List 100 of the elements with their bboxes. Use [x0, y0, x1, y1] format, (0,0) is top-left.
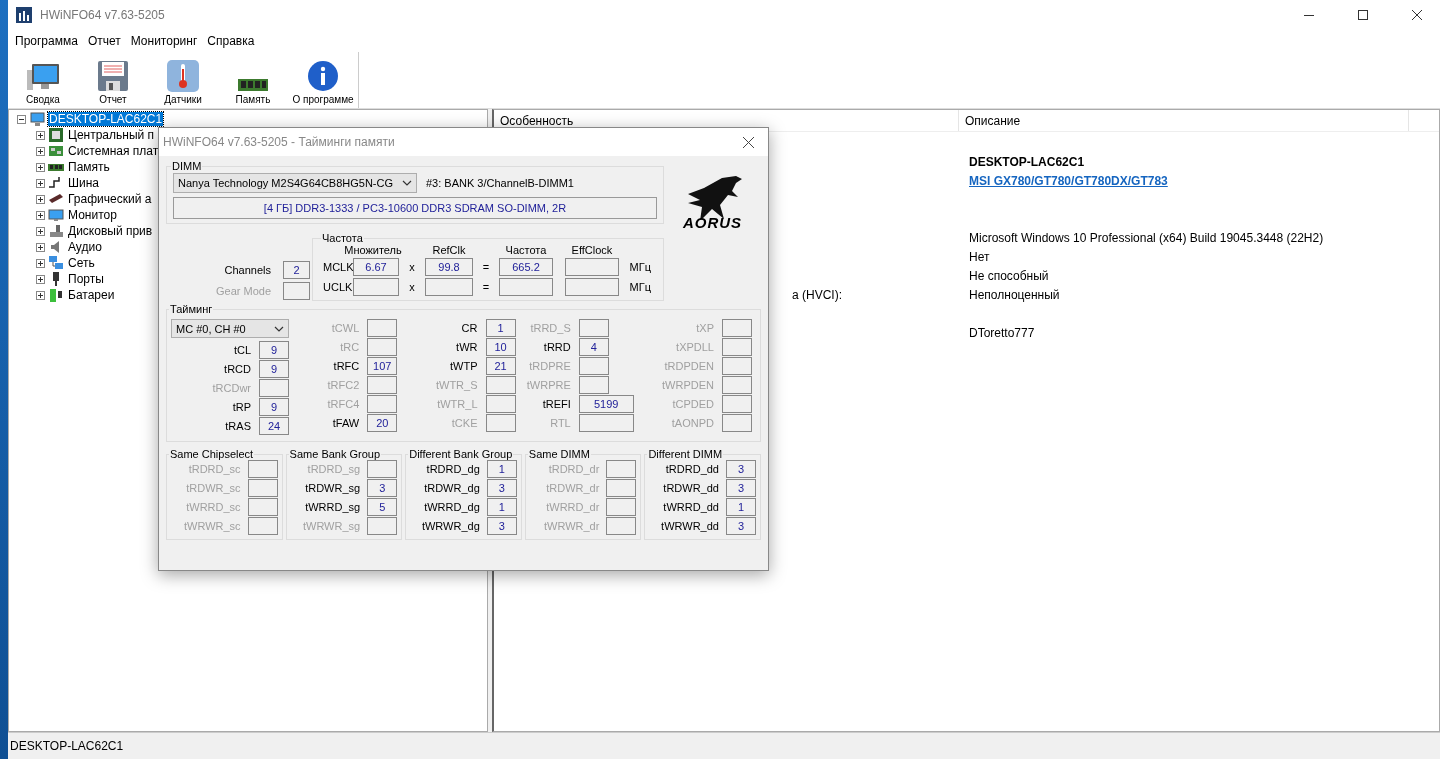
module-dropdown[interactable]: Nanya Technology M2S4G64CB8HG5N-CG — [173, 173, 417, 193]
feature-text: а (HVCI): — [792, 287, 842, 302]
tree-item[interactable]: DESKTOP-LAC62C1 — [48, 112, 164, 126]
tree-item[interactable]: Память — [67, 160, 111, 174]
expand-icon[interactable] — [36, 162, 45, 172]
timing-label: tRFC — [332, 360, 360, 372]
expand-icon[interactable] — [36, 146, 45, 156]
menu-item[interactable]: Мониторинг — [125, 32, 203, 50]
memory-module-icon — [238, 78, 268, 92]
timing-label: tWRPDEN — [661, 379, 714, 391]
menu-item[interactable]: Отчет — [82, 32, 126, 50]
value-field: 1 — [726, 498, 756, 516]
tree-item[interactable]: Аудио — [67, 240, 103, 254]
tree-item[interactable]: Батареи — [67, 288, 116, 302]
value-field: 3 — [486, 479, 517, 497]
tree-item[interactable]: Порты — [67, 272, 105, 286]
timing-label: tRFC2 — [326, 379, 360, 391]
chevron-down-icon — [274, 325, 284, 332]
timing-label: tCKE — [450, 417, 478, 429]
model-link[interactable]: MSI GX780/GT780/GT780DX/GT783 — [969, 173, 1168, 188]
group-title: Частота — [321, 232, 364, 244]
disk-drive-icon — [48, 223, 64, 239]
value-field: 6.67 — [353, 258, 399, 276]
toolbar-button[interactable]: Память — [218, 52, 288, 108]
value-field: 3 — [486, 517, 517, 535]
value-field: 21 — [485, 357, 516, 375]
timing-label: tCPDED — [671, 398, 714, 410]
toolbar-button[interactable]: О программе — [288, 52, 358, 108]
column-header: Частота — [505, 244, 547, 256]
value-field: 107 — [367, 357, 398, 375]
app-icon — [16, 7, 32, 23]
tree-item[interactable]: Шина — [67, 176, 100, 190]
expand-icon[interactable] — [36, 242, 45, 252]
timing-label: tRCDwr — [211, 382, 251, 394]
chevron-down-icon — [402, 180, 412, 186]
expand-icon[interactable] — [36, 210, 45, 220]
tree-item[interactable]: Центральный п — [67, 128, 156, 142]
operator-text: = — [481, 261, 491, 273]
timing-label: tAONPD — [670, 417, 714, 429]
value-field: 665.2 — [499, 258, 553, 276]
group-title: Same Chipselect — [169, 448, 255, 460]
value-field — [283, 282, 310, 300]
tree-item[interactable]: Системная плат — [67, 144, 160, 158]
timing-label: tRCD — [223, 363, 251, 375]
column-header[interactable]: Описание — [959, 110, 1409, 131]
expand-icon[interactable] — [36, 274, 45, 284]
menu-item[interactable]: Справка — [202, 32, 260, 50]
value-field — [367, 517, 398, 535]
timing-label: tRP — [231, 401, 251, 413]
value-field: 3 — [367, 479, 398, 497]
timing-label: CR — [460, 322, 478, 334]
expand-icon[interactable] — [36, 130, 45, 140]
computer-monitor-icon — [26, 62, 60, 92]
channel-dropdown[interactable]: MC #0, CH #0 — [171, 319, 289, 338]
status-bar: DESKTOP-LAC62C1 — [8, 732, 1440, 759]
logo: AORUS — [676, 174, 749, 301]
collapse-icon[interactable] — [17, 114, 26, 124]
value-field: 24 — [259, 417, 289, 435]
operator-text: = — [481, 281, 491, 293]
toolbar-button[interactable]: Сводка — [8, 52, 78, 108]
dialog-title: HWiNFO64 v7.63-5205 - Тайминги памяти — [163, 135, 396, 149]
timing-label: tRDPRE — [528, 360, 571, 372]
value-field: 1 — [486, 498, 517, 516]
value-field — [606, 479, 637, 497]
group-title: Same DIMM — [527, 448, 591, 460]
expand-icon[interactable] — [36, 178, 45, 188]
timing-label: tWRWR_sg — [301, 520, 361, 532]
info-icon — [307, 60, 339, 92]
window-title: HWiNFO64 v7.63-5205 — [40, 8, 166, 22]
toolbar-button[interactable]: Датчики — [148, 52, 218, 108]
tree-item[interactable]: Графический а — [67, 192, 153, 206]
menu-item[interactable]: Программа — [10, 32, 83, 50]
tree-item[interactable]: Монитор — [67, 208, 118, 222]
computer-icon — [29, 111, 45, 127]
value-field: 10 — [485, 338, 516, 356]
network-icon — [48, 255, 64, 271]
value-text: DToretto777 — [969, 325, 1035, 340]
value-text: Нет — [969, 249, 990, 264]
timing-label: tWRRD_sg — [304, 501, 361, 513]
timing-label: tRDWR_dg — [423, 482, 480, 494]
timing-label: tWTP — [449, 360, 478, 372]
value-field — [247, 479, 278, 497]
expand-icon[interactable] — [36, 258, 45, 268]
timing-label: tREFI — [541, 398, 571, 410]
timing-label: tWRRD_sc — [185, 501, 241, 513]
tree-item[interactable]: Сеть — [67, 256, 96, 270]
tree-item[interactable]: Дисковый прив — [67, 224, 154, 238]
value-field — [606, 460, 637, 478]
timing-label: tCL — [232, 344, 251, 356]
expand-icon[interactable] — [36, 226, 45, 236]
monitor-icon — [48, 207, 64, 223]
expand-icon[interactable] — [36, 194, 45, 204]
expand-icon[interactable] — [36, 290, 45, 300]
operator-text: x — [408, 281, 416, 293]
value-field: 4 — [578, 338, 609, 356]
timing-label: tWRRD_dr — [545, 501, 600, 513]
group-title: Different DIMM — [647, 448, 724, 460]
toolbar-button[interactable]: Отчет — [78, 52, 148, 108]
timing-label: tRDWR_sg — [304, 482, 361, 494]
value-field: 9 — [259, 341, 289, 359]
